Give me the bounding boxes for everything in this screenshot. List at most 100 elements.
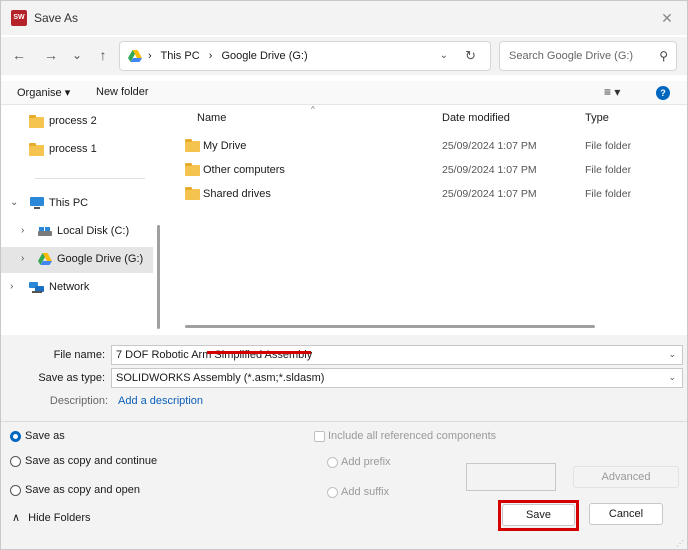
command-bar: Organise ▾ New folder ≡ ▾ ? [1, 81, 687, 105]
solidworks-app-icon: SW [11, 10, 27, 26]
sidebar-item-label: Network [49, 281, 90, 293]
drive-icon [38, 227, 52, 236]
breadcrumb-separator: › [208, 50, 213, 62]
folder-icon [185, 187, 200, 200]
help-icon[interactable]: ? [656, 86, 670, 100]
up-arrow-icon[interactable]: ↑ [93, 45, 113, 65]
computer-icon [30, 197, 44, 209]
search-placeholder: Search Google Drive (G:) [509, 50, 634, 62]
cancel-button[interactable]: Cancel [589, 503, 663, 525]
sidebar-item-google-drive[interactable]: › Google Drive (G:) [1, 247, 153, 273]
file-row-my-drive[interactable]: My Drive 25/09/2024 1:07 PM File folder [167, 135, 667, 157]
file-name-label: File name: [53, 349, 105, 361]
sidebar-item-process-1[interactable]: process 1 [1, 137, 153, 163]
chevron-right-icon[interactable]: › [21, 225, 24, 236]
hide-folders-button[interactable]: ∧ Hide Folders [12, 511, 90, 524]
recent-locations-icon[interactable]: ⌄ [67, 45, 87, 65]
sidebar-item-label: This PC [49, 197, 89, 209]
file-date: 25/09/2024 1:07 PM [442, 140, 537, 152]
horizontal-scrollbar[interactable] [185, 325, 595, 328]
navigation-pane: process 2 process 1 ⌄ This PC › Local Di… [1, 105, 161, 335]
sidebar-item-label: Google Drive (G:) [57, 253, 144, 265]
add-prefix-radio[interactable] [327, 457, 338, 468]
divider [1, 421, 687, 422]
folder-icon [185, 163, 200, 176]
file-name: My Drive [203, 140, 247, 152]
annotation-underline [207, 351, 311, 354]
refresh-icon[interactable]: ↻ [465, 48, 476, 64]
description-label: Description: [49, 395, 108, 407]
address-bar[interactable]: › This PC › Google Drive (G:) ⌄ ↻ [119, 41, 491, 71]
breadcrumb-this-pc[interactable]: This PC [161, 50, 200, 62]
file-date: 25/09/2024 1:07 PM [442, 164, 537, 176]
sidebar-item-this-pc[interactable]: ⌄ This PC [1, 191, 153, 217]
advanced-button[interactable]: Advanced [573, 466, 679, 488]
save-as-type-select[interactable]: SOLIDWORKS Assembly (*.asm;*.sldasm) ⌄ [111, 368, 683, 388]
save-as-copy-continue-label: Save as copy and continue [25, 455, 158, 467]
dialog-title: Save As [34, 11, 79, 25]
navigation-bar: ← → ⌄ ↑ › This PC › Google Drive (G:) ⌄ … [1, 37, 687, 75]
file-list: ^ Name Date modified Type My Drive 25/09… [167, 105, 687, 335]
save-as-radio[interactable] [10, 431, 21, 442]
sidebar-item-process-2[interactable]: process 2 [1, 109, 153, 135]
prefix-suffix-input[interactable] [466, 463, 556, 491]
save-button-highlight [498, 500, 579, 531]
title-bar: SW Save As ✕ [1, 1, 687, 35]
file-name-field[interactable]: 7 DOF Robotic Arm Simplified Assembly ⌄ [111, 345, 683, 365]
file-type: File folder [585, 188, 632, 200]
new-folder-button[interactable]: New folder [96, 86, 149, 98]
resize-grip-icon[interactable]: ⋰ [676, 539, 684, 548]
file-date: 25/09/2024 1:07 PM [442, 188, 537, 200]
search-icon[interactable]: ⚲ [659, 49, 668, 63]
back-arrow-icon[interactable]: ← [9, 45, 29, 65]
folder-icon [185, 139, 200, 152]
chevron-right-icon[interactable]: › [21, 253, 24, 264]
vertical-scrollbar[interactable] [157, 225, 160, 329]
file-row-other-computers[interactable]: Other computers 25/09/2024 1:07 PM File … [167, 159, 667, 181]
chevron-down-icon[interactable]: ⌄ [668, 349, 676, 360]
chevron-up-icon: ∧ [12, 512, 21, 524]
column-header-type[interactable]: Type [585, 112, 609, 124]
chevron-down-icon[interactable]: ⌄ [10, 197, 18, 208]
column-header-name[interactable]: Name [197, 112, 226, 124]
breadcrumb-separator: › [148, 50, 152, 62]
google-drive-icon [128, 50, 142, 62]
sidebar-item-label: process 1 [49, 143, 97, 155]
save-as-type-label: Save as type: [38, 372, 105, 384]
hide-folders-label: Hide Folders [28, 512, 91, 524]
sort-ascending-icon: ^ [311, 105, 315, 114]
network-icon [29, 282, 44, 293]
chevron-down-icon[interactable]: ⌄ [668, 372, 676, 383]
chevron-right-icon[interactable]: › [10, 281, 13, 292]
file-row-shared-drives[interactable]: Shared drives 25/09/2024 1:07 PM File fo… [167, 183, 667, 205]
folder-icon [29, 115, 44, 128]
add-suffix-radio[interactable] [327, 487, 338, 498]
chevron-down-icon[interactable]: ⌄ [440, 50, 448, 61]
save-as-copy-open-radio[interactable] [10, 485, 21, 496]
folder-icon [29, 143, 44, 156]
save-as-copy-continue-radio[interactable] [10, 456, 21, 467]
breadcrumb: › This PC › Google Drive (G:) [148, 50, 314, 62]
save-as-type-value: SOLIDWORKS Assembly (*.asm;*.sldasm) [116, 372, 325, 384]
save-as-dialog: SW Save As ✕ ← → ⌄ ↑ › This PC › Google … [0, 0, 688, 550]
file-type: File folder [585, 164, 632, 176]
file-name: Shared drives [203, 188, 271, 200]
file-type: File folder [585, 140, 632, 152]
column-header-date[interactable]: Date modified [442, 112, 510, 124]
add-description-link[interactable]: Add a description [118, 395, 203, 407]
organise-button[interactable]: Organise ▾ [17, 86, 70, 99]
forward-arrow-icon[interactable]: → [41, 45, 61, 65]
view-options-icon[interactable]: ≡ ▾ [604, 85, 620, 99]
breadcrumb-google-drive[interactable]: Google Drive (G:) [221, 50, 307, 62]
include-referenced-checkbox[interactable] [314, 431, 325, 442]
close-icon[interactable]: ✕ [657, 8, 677, 28]
save-as-label: Save as [25, 430, 65, 442]
sidebar-item-network[interactable]: › Network [1, 275, 153, 301]
sidebar-item-local-disk[interactable]: › Local Disk (C:) [1, 219, 153, 245]
save-options-area: File name: 7 DOF Robotic Arm Simplified … [1, 335, 687, 549]
sidebar-item-label: Local Disk (C:) [57, 225, 130, 237]
add-suffix-label: Add suffix [341, 486, 390, 498]
file-name: Other computers [203, 164, 285, 176]
save-as-copy-open-label: Save as copy and open [25, 484, 140, 496]
search-input[interactable]: Search Google Drive (G:) ⚲ [499, 41, 677, 71]
